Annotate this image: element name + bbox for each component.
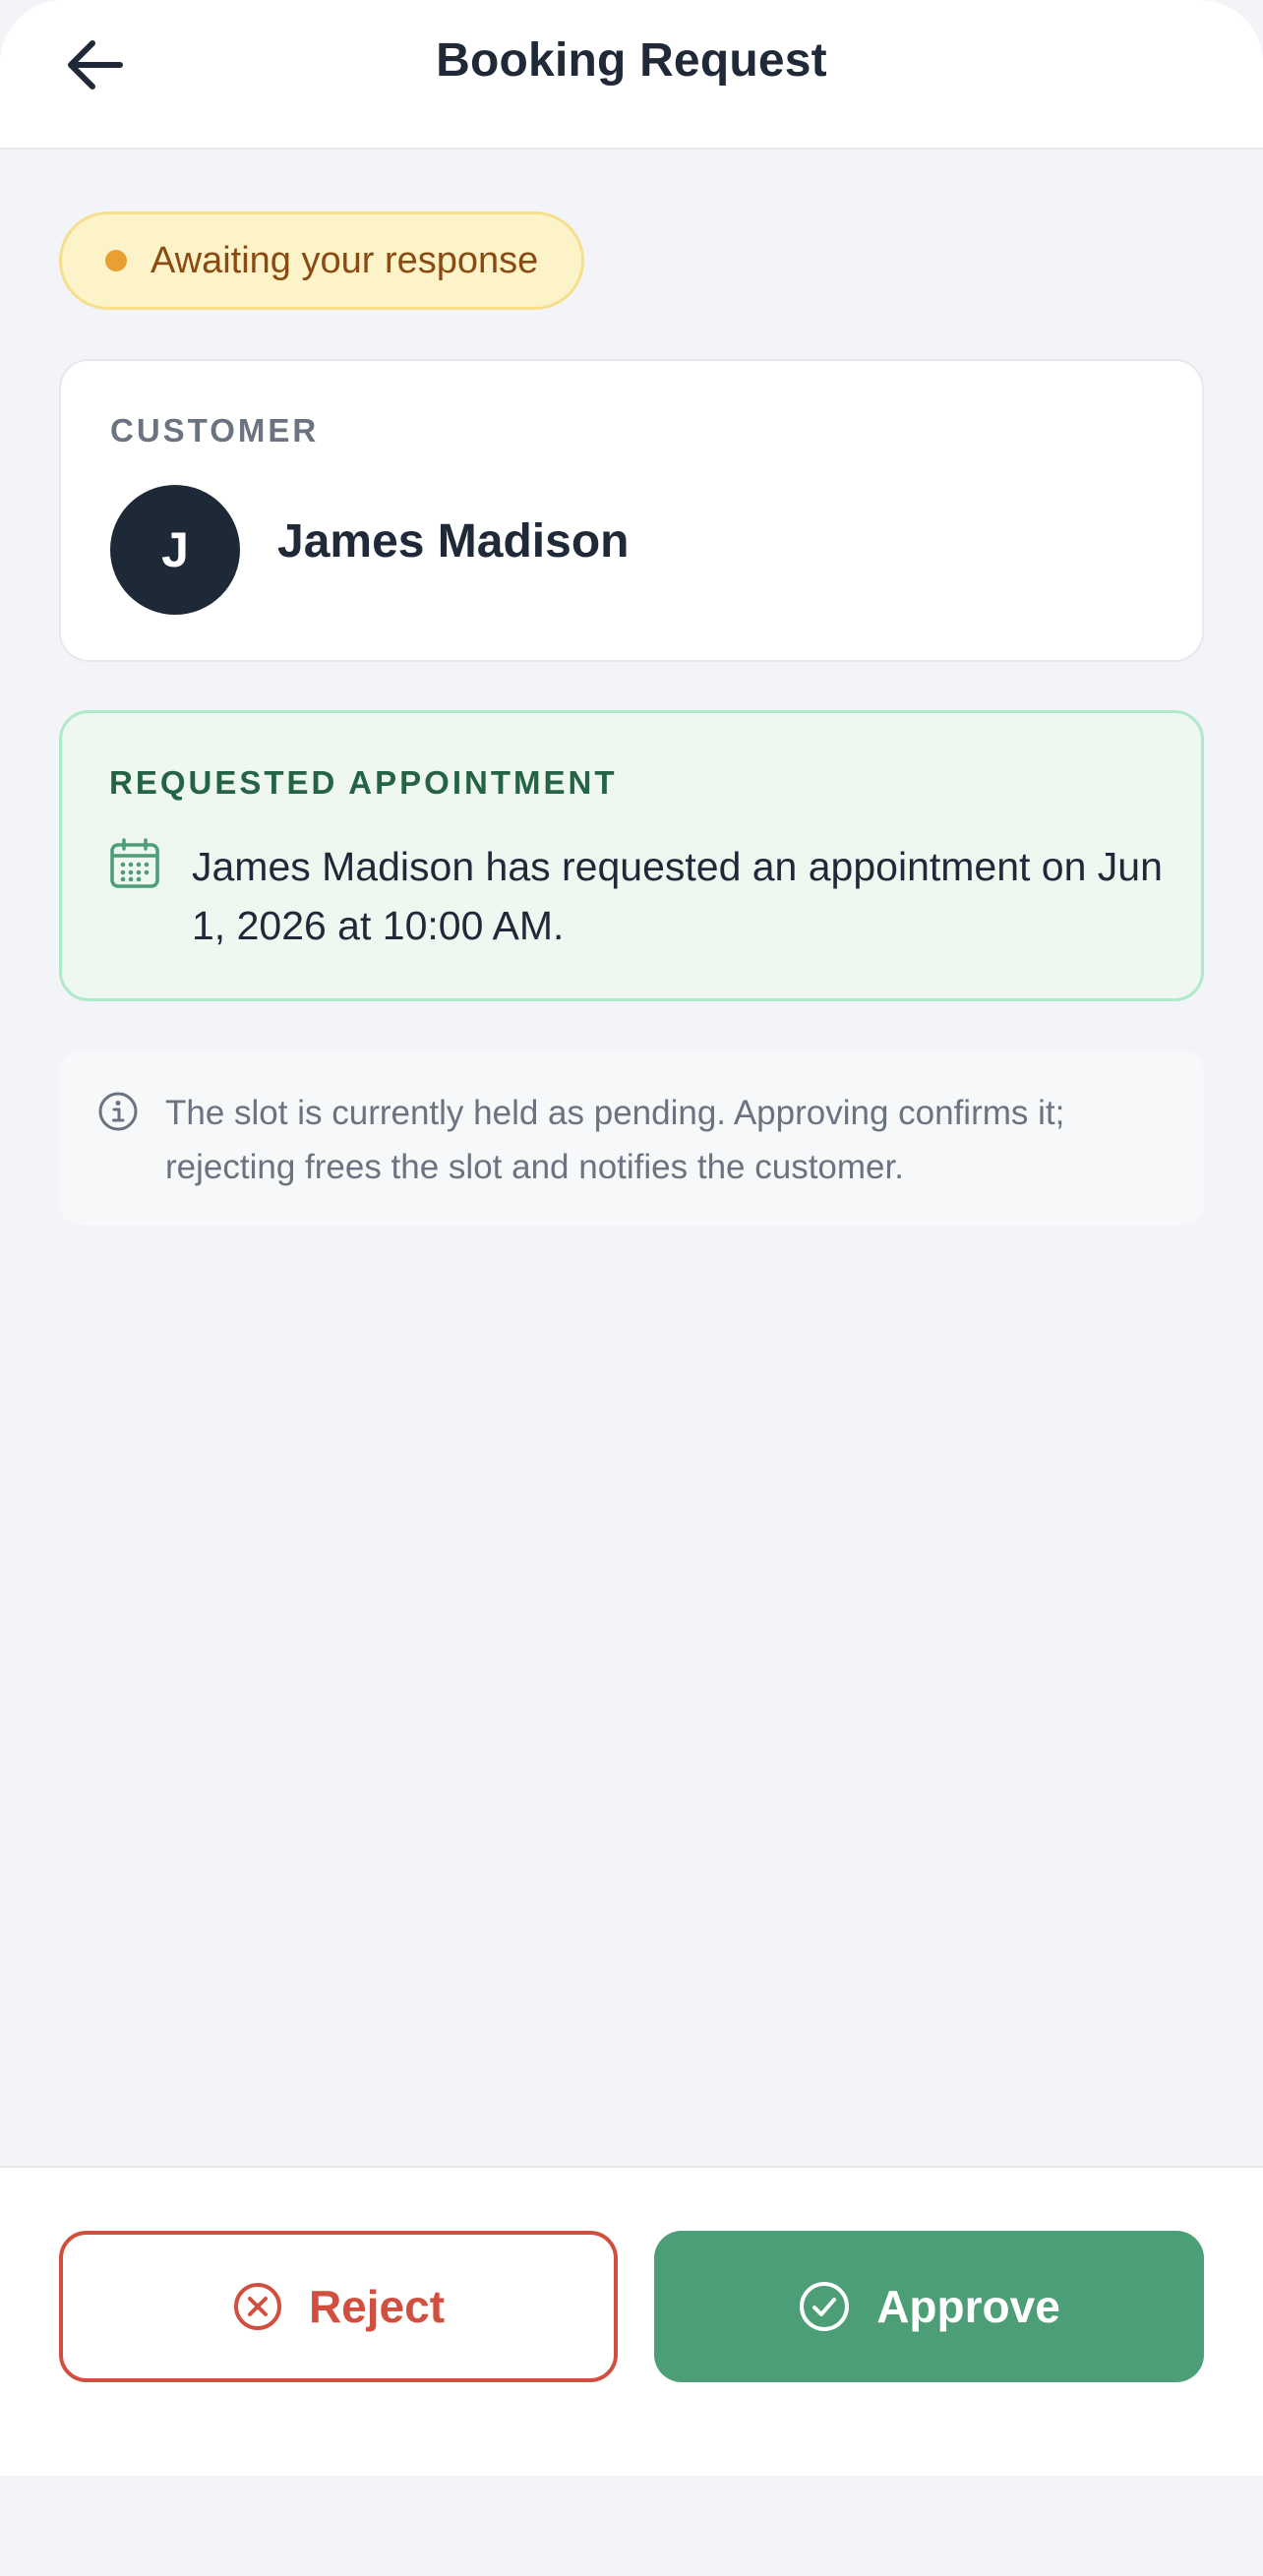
action-bar: Reject Approve <box>0 2166 1263 2476</box>
status-dot <box>105 250 127 271</box>
calendar-icon <box>110 838 159 888</box>
reject-label: Reject <box>308 2281 446 2332</box>
info-note: The slot is currently held as pending. A… <box>59 1050 1204 1226</box>
page-title: Booking Request <box>436 34 827 87</box>
approve-label: Approve <box>876 2281 1060 2332</box>
info-text: The slot is currently held as pending. A… <box>165 1094 1065 1186</box>
appointment-description: James Madison has requested an appointme… <box>192 844 1163 948</box>
x-circle-icon <box>233 2283 281 2330</box>
avatar: J <box>110 485 240 615</box>
customer-name: James Madison <box>277 515 630 568</box>
header: Booking Request <box>0 0 1263 150</box>
appointment-section-label: REQUESTED APPOINTMENT <box>109 764 618 801</box>
check-circle-icon <box>800 2282 850 2331</box>
info-icon <box>98 1092 138 1131</box>
customer-section-label: CUSTOMER <box>110 412 320 449</box>
status-badge: Awaiting your response <box>59 211 585 310</box>
booking-request-screen: Booking Request Awaiting your response C… <box>0 0 1263 2576</box>
status-text: Awaiting your response <box>150 239 539 281</box>
reject-button[interactable]: Reject <box>59 2231 618 2382</box>
customer-card: CUSTOMER J James Madison <box>59 359 1204 662</box>
appointment-card: REQUESTED APPOINTMENT James Madison has … <box>59 710 1204 1001</box>
approve-button[interactable]: Approve <box>654 2231 1204 2382</box>
